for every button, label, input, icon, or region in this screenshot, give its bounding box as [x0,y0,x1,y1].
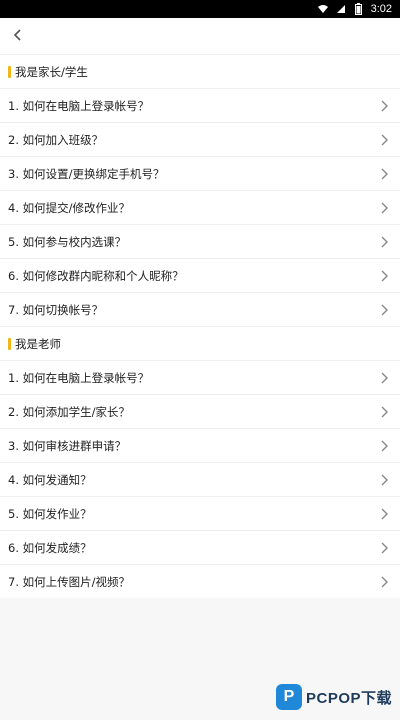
chevron-right-icon [378,202,390,214]
status-time: 3:02 [370,3,392,15]
list-item-label: 5. 如何发作业？ [8,506,92,521]
list-item-label: 2. 如何加入班级？ [8,132,104,147]
chevron-right-icon [378,406,390,418]
list-item-label: 4. 如何提交/修改作业？ [8,200,131,215]
chevron-right-icon [378,576,390,588]
list-item[interactable]: 5. 如何参与校内选课？ [0,224,400,258]
chevron-right-icon [378,372,390,384]
section-header-parent-student: 我是家长/学生 [0,54,400,88]
chevron-right-icon [378,508,390,520]
watermark: P PCPOP下载 [275,684,392,710]
chevron-right-icon [378,304,390,316]
list-item-label: 3. 如何设置/更换绑定手机号？ [8,166,165,181]
chevron-right-icon [378,100,390,112]
list-item[interactable]: 2. 如何加入班级？ [0,122,400,156]
list-item-label: 6. 如何修改群内昵称和个人昵称？ [8,268,184,283]
chevron-right-icon [378,134,390,146]
top-bar [0,18,400,54]
status-bar: 3:02 [0,0,400,18]
chevron-right-icon [378,168,390,180]
chevron-right-icon [378,474,390,486]
list-item[interactable]: 7. 如何切换帐号？ [0,292,400,326]
battery-icon [353,3,365,15]
section-header-teacher: 我是老师 [0,326,400,360]
list-item[interactable]: 6. 如何发成绩？ [0,530,400,564]
list-item[interactable]: 6. 如何修改群内昵称和个人昵称？ [0,258,400,292]
list-item-label: 3. 如何审核进群申请？ [8,438,127,453]
list-item[interactable]: 3. 如何设置/更换绑定手机号？ [0,156,400,190]
list-item-label: 1. 如何在电脑上登录帐号？ [8,370,150,385]
list-item[interactable]: 1. 如何在电脑上登录帐号？ [0,360,400,394]
chevron-right-icon [378,270,390,282]
watermark-logo-icon: P [275,684,302,710]
signal-icon [335,3,347,15]
list-item[interactable]: 4. 如何发通知？ [0,462,400,496]
chevron-right-icon [378,542,390,554]
chevron-left-icon [12,27,24,46]
list-item-label: 4. 如何发通知？ [8,472,92,487]
list-item[interactable]: 7. 如何上传图片/视频？ [0,564,400,598]
list-item-label: 5. 如何参与校内选课？ [8,234,127,249]
section-title: 我是老师 [15,336,61,351]
list-item-label: 2. 如何添加学生/家长？ [8,404,131,419]
chevron-right-icon [378,440,390,452]
back-button[interactable] [2,20,34,52]
list-item-label: 1. 如何在电脑上登录帐号？ [8,98,150,113]
list-item[interactable]: 4. 如何提交/修改作业？ [0,190,400,224]
section-marker [8,337,11,350]
watermark-text: PCPOP下载 [305,689,392,707]
faq-list: 我是家长/学生 1. 如何在电脑上登录帐号？ 2. 如何加入班级？ 3. 如何设… [0,54,400,718]
section-marker [8,65,11,78]
wifi-icon [317,3,329,15]
section-title: 我是家长/学生 [15,64,88,79]
list-item[interactable]: 2. 如何添加学生/家长？ [0,394,400,428]
list-item-label: 7. 如何上传图片/视频？ [8,574,131,589]
list-item-label: 6. 如何发成绩？ [8,540,92,555]
list-item-label: 7. 如何切换帐号？ [8,302,104,317]
list-item[interactable]: 1. 如何在电脑上登录帐号？ [0,88,400,122]
chevron-right-icon [378,236,390,248]
list-item[interactable]: 3. 如何审核进群申请？ [0,428,400,462]
list-item[interactable]: 5. 如何发作业？ [0,496,400,530]
status-icons [317,3,365,15]
